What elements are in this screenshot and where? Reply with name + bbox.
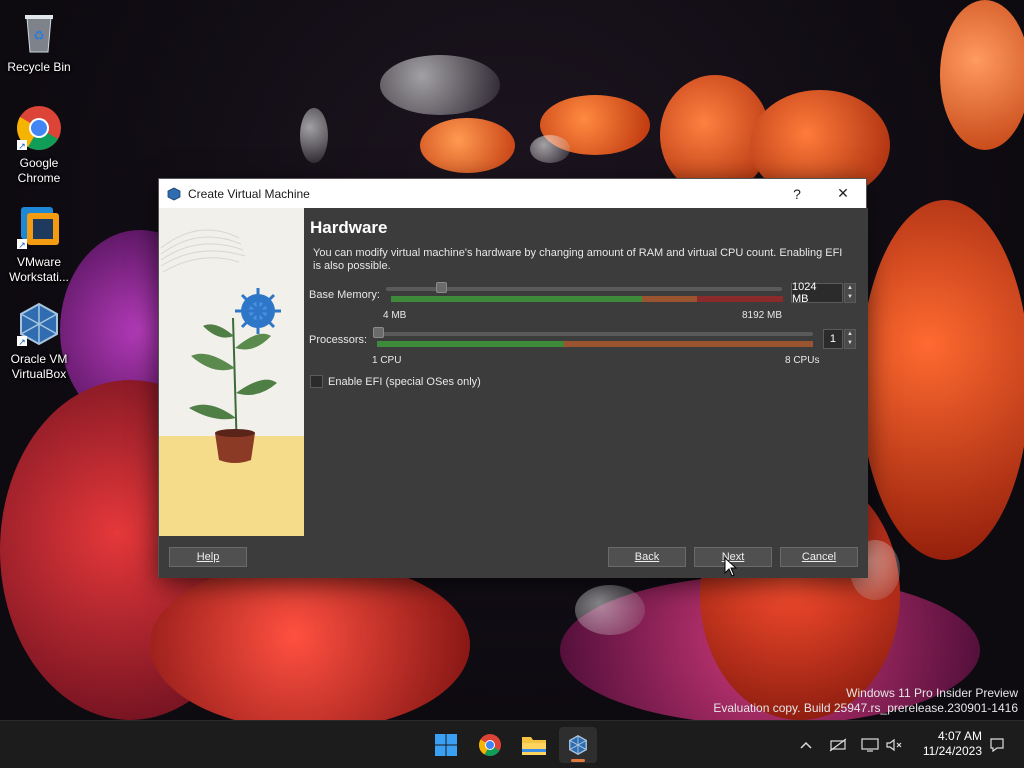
desktop-icon-google-chrome[interactable]: ↗ Google Chrome [4, 104, 74, 186]
base-memory-input[interactable]: 1024 MB [791, 281, 843, 305]
page-heading: Hardware [310, 218, 388, 237]
taskbar-virtualbox[interactable] [559, 727, 597, 763]
watermark-line-1: Windows 11 Pro Insider Preview [846, 686, 1018, 700]
processors-stepper[interactable]: ▲ ▼ [844, 329, 856, 349]
svg-text:↗: ↗ [18, 141, 26, 151]
help-title-button[interactable]: ? [774, 179, 820, 208]
processors-max-label: 8 CPUs [785, 355, 820, 366]
memory-min-label: 4 MB [383, 310, 407, 321]
processors-slider-handle[interactable] [373, 327, 384, 338]
base-memory-scale [391, 296, 783, 302]
desktop-icon-recycle-bin[interactable]: ♻ Recycle Bin [4, 8, 74, 75]
processors-input[interactable]: 1 [823, 329, 843, 349]
dialog-title: Create Virtual Machine [188, 186, 310, 201]
help-button[interactable]: Help [169, 547, 247, 567]
processors-min-label: 1 CPU [372, 355, 402, 366]
page-description: You can modify virtual machine's hardwar… [313, 247, 843, 272]
svg-text:↗: ↗ [18, 240, 26, 250]
virtualbox-icon: ↗ [15, 300, 63, 348]
desktop-icon-virtualbox[interactable]: ↗ Oracle VM VirtualBox [4, 300, 74, 382]
wizard-illustration [159, 208, 304, 536]
processors-slider-track[interactable] [373, 332, 813, 336]
base-memory-slider-handle[interactable] [435, 282, 447, 293]
clock-time: 4:07 AM [937, 729, 982, 743]
stepper-down-icon[interactable]: ▼ [845, 339, 855, 348]
back-button[interactable]: Back [608, 547, 686, 567]
base-memory-label: Base Memory: [309, 289, 380, 301]
notifications-icon[interactable] [987, 735, 1007, 755]
windows-watermark: Windows 11 Pro Insider Preview Evaluatio… [713, 686, 1018, 716]
memory-max-label: 8192 MB [742, 310, 783, 321]
file-explorer-icon [522, 737, 546, 755]
system-clock[interactable]: 4:07 AM 11/24/2023 [923, 729, 982, 759]
start-icon [435, 734, 457, 756]
svg-text:↗: ↗ [18, 337, 26, 347]
chrome-icon [479, 734, 501, 756]
desktop-icon-label: Google Chrome [17, 156, 61, 185]
stepper-down-icon[interactable]: ▼ [845, 293, 855, 302]
stepper-up-icon[interactable]: ▲ [845, 330, 855, 339]
taskbar-file-explorer[interactable] [515, 727, 553, 763]
enable-efi-label[interactable]: Enable EFI (special OSes only) [328, 376, 481, 388]
vmware-icon: ↗ [15, 203, 63, 251]
volume-muted-icon[interactable] [884, 735, 904, 755]
processors-label: Processors: [309, 334, 368, 346]
recycle-bin-icon: ♻ [15, 8, 63, 56]
hardware-page: Hardware You can modify virtual machine'… [304, 208, 868, 536]
processors-scale [377, 341, 813, 347]
base-memory-stepper[interactable]: ▲ ▼ [844, 283, 856, 303]
taskbar-chrome[interactable] [471, 727, 509, 763]
desktop-icon-label: VMware Workstati... [9, 255, 69, 284]
display-icon[interactable] [860, 735, 880, 755]
desktop-icon-label: Recycle Bin [7, 60, 71, 74]
chrome-icon: ↗ [15, 104, 63, 152]
enable-efi-checkbox[interactable] [310, 375, 323, 388]
dialog-titlebar[interactable]: Create Virtual Machine ? ✕ [159, 179, 866, 208]
close-button[interactable]: ✕ [820, 179, 866, 208]
cancel-button[interactable]: Cancel [780, 547, 858, 567]
virtualbox-icon [569, 735, 587, 755]
stepper-up-icon[interactable]: ▲ [845, 284, 855, 293]
dialog-footer: Help Back Next Cancel [159, 536, 868, 578]
desktop-icon-label: Oracle VM VirtualBox [10, 352, 68, 381]
clock-date: 11/24/2023 [922, 744, 982, 758]
svg-text:♻: ♻ [33, 28, 45, 43]
create-vm-dialog: Create Virtual Machine ? ✕ Hardware You … [158, 178, 868, 578]
watermark-line-2: Evaluation copy. Build 25947.rs_prerelea… [713, 701, 1018, 715]
show-hidden-icons-chevron-up-icon[interactable] [796, 735, 816, 755]
start-button[interactable] [427, 727, 465, 763]
virtualbox-icon [167, 187, 181, 200]
taskbar: 4:07 AM 11/24/2023 [0, 720, 1024, 768]
mouse-cursor-icon [724, 557, 738, 577]
network-disconnected-icon[interactable] [828, 735, 848, 755]
desktop-icon-vmware[interactable]: ↗ VMware Workstati... [4, 203, 74, 285]
